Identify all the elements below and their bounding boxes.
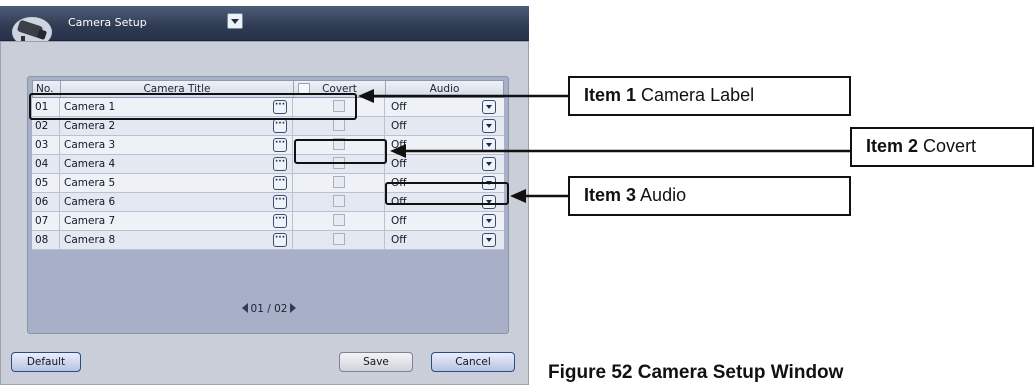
callout-item3-label: Item 3 [584, 185, 637, 205]
callout-item2-label: Item 2 [866, 136, 919, 156]
callout-item3: Item 3 Audio [568, 176, 851, 216]
callout-item3-text: Audio [640, 185, 687, 205]
figure-caption: Figure 52 Camera Setup Window [548, 362, 844, 383]
callout-arrows [358, 89, 850, 203]
callout-item1-text: Camera Label [641, 85, 755, 105]
callout-item2-text: Covert [923, 136, 977, 156]
arrow-item3-head [510, 189, 526, 203]
callout-item2: Item 2 Covert [850, 127, 1034, 167]
arrow-item1-head [358, 89, 374, 103]
callout-item1: Item 1 Camera Label [568, 76, 851, 116]
arrow-item2-head [390, 144, 406, 158]
callout-item1-label: Item 1 [584, 85, 637, 105]
